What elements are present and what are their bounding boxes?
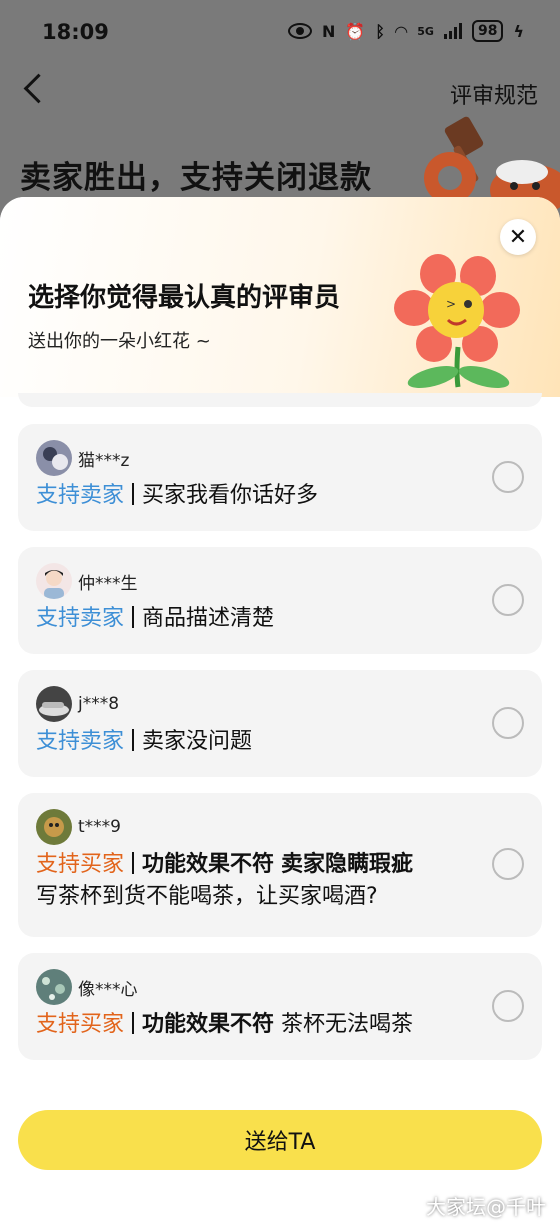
- reviewer-card[interactable]: t***9 支持买家 功能效果不符 卖家隐瞒瑕疵写茶杯到货不能喝茶，让买家喝酒?: [18, 793, 542, 937]
- signal-icon: [443, 23, 462, 39]
- reviewer-name: t***9: [78, 817, 121, 837]
- reviewer-comment: 卖家没问题: [142, 729, 253, 754]
- sheet-title: 选择你觉得最认真的评审员: [28, 283, 341, 313]
- reviewer-comment: 买家我看你话好多: [142, 483, 319, 508]
- reason-tag: 功能效果不符: [142, 852, 275, 877]
- reviewer-opinion: 支持卖家 商品描述清楚: [36, 603, 524, 635]
- sheet-header: ✕ 选择你觉得最认真的评审员 送出你的一朵小红花 ~ >: [0, 197, 560, 397]
- battery-icon: 98: [471, 20, 504, 42]
- reason-tag: 功能效果不符: [142, 1012, 275, 1037]
- status-icons: Ν ⏰ ᛒ ◠ 5G 98 ϟ: [288, 20, 524, 42]
- svg-text:>: >: [446, 297, 456, 311]
- wifi-icon: ◠: [394, 21, 408, 41]
- reviewer-list: 猫***z 支持卖家 买家我看你话好多 仲***生 支持卖家 商品描述清楚 j***…: [18, 424, 542, 1076]
- divider: [132, 483, 135, 505]
- verdict-title: 卖家胜出，支持关闭退款: [20, 160, 372, 196]
- radio-button[interactable]: [492, 848, 524, 880]
- stance-label: 支持卖家: [36, 729, 125, 754]
- avatar: [36, 686, 72, 722]
- reviewer-comment: 写茶杯到货不能喝茶，让买家喝酒?: [36, 884, 378, 909]
- reason-tag: 卖家隐瞒瑕疵: [281, 852, 414, 877]
- reviewer-name: 猫***z: [78, 450, 130, 471]
- close-icon[interactable]: ✕: [500, 219, 536, 255]
- radio-button[interactable]: [492, 584, 524, 616]
- reviewer-card[interactable]: 像***心 支持买家 功能效果不符 茶杯无法喝茶: [18, 953, 542, 1060]
- reviewer-comment: 商品描述清楚: [142, 606, 275, 631]
- status-time: 18:09: [42, 20, 109, 44]
- nfc-icon: Ν: [322, 21, 336, 41]
- reviewer-opinion: 支持卖家 卖家没问题: [36, 726, 524, 758]
- flower-mascot-illustration: >: [394, 254, 520, 388]
- stance-label: 支持买家: [36, 1012, 125, 1037]
- stance-label: 支持卖家: [36, 483, 125, 508]
- gavel-mascot-illustration: [424, 116, 560, 210]
- reviewer-name: j***8: [78, 694, 120, 714]
- charging-icon: ϟ: [513, 21, 524, 41]
- eye-icon: [288, 23, 313, 39]
- reviewer-opinion: 支持卖家 买家我看你话好多: [36, 480, 524, 512]
- divider: [132, 606, 135, 628]
- send-button[interactable]: 送给TA: [18, 1110, 542, 1170]
- status-bar: 18:09 Ν ⏰ ᛒ ◠ 5G 98 ϟ: [0, 0, 560, 66]
- radio-button[interactable]: [492, 461, 524, 493]
- previous-card-edge: [18, 393, 542, 407]
- radio-button[interactable]: [492, 990, 524, 1022]
- stance-label: 支持卖家: [36, 606, 125, 631]
- avatar: [36, 440, 72, 476]
- bluetooth-icon: ᛒ: [375, 21, 385, 41]
- reviewer-opinion: 支持买家 功能效果不符 茶杯无法喝茶: [36, 1009, 524, 1041]
- divider: [132, 1012, 135, 1034]
- reviewer-select-sheet: ✕ 选择你觉得最认真的评审员 送出你的一朵小红花 ~ > 猫***z 支持卖家 …: [0, 197, 560, 1230]
- avatar: [36, 969, 72, 1005]
- avatar: [36, 809, 72, 845]
- network-type-label: 5G: [417, 24, 434, 38]
- reviewer-card[interactable]: j***8 支持卖家 卖家没问题: [18, 670, 542, 777]
- reviewer-card[interactable]: 仲***生 支持卖家 商品描述清楚: [18, 547, 542, 654]
- reviewer-card[interactable]: 猫***z 支持卖家 买家我看你话好多: [18, 424, 542, 531]
- reviewer-comment: 茶杯无法喝茶: [281, 1012, 414, 1037]
- radio-button[interactable]: [492, 707, 524, 739]
- sheet-subtitle: 送出你的一朵小红花 ~: [28, 331, 211, 352]
- avatar: [36, 563, 72, 599]
- reviewer-opinion: 支持买家 功能效果不符 卖家隐瞒瑕疵写茶杯到货不能喝茶，让买家喝酒?: [36, 849, 524, 913]
- divider: [132, 729, 135, 751]
- divider: [132, 852, 135, 874]
- watermark: 大家坛@千叶: [426, 1195, 546, 1219]
- reviewer-name: 仲***生: [78, 573, 138, 594]
- reviewer-name: 像***心: [78, 979, 138, 1000]
- stance-label: 支持买家: [36, 852, 125, 877]
- alarm-icon: ⏰: [345, 21, 366, 41]
